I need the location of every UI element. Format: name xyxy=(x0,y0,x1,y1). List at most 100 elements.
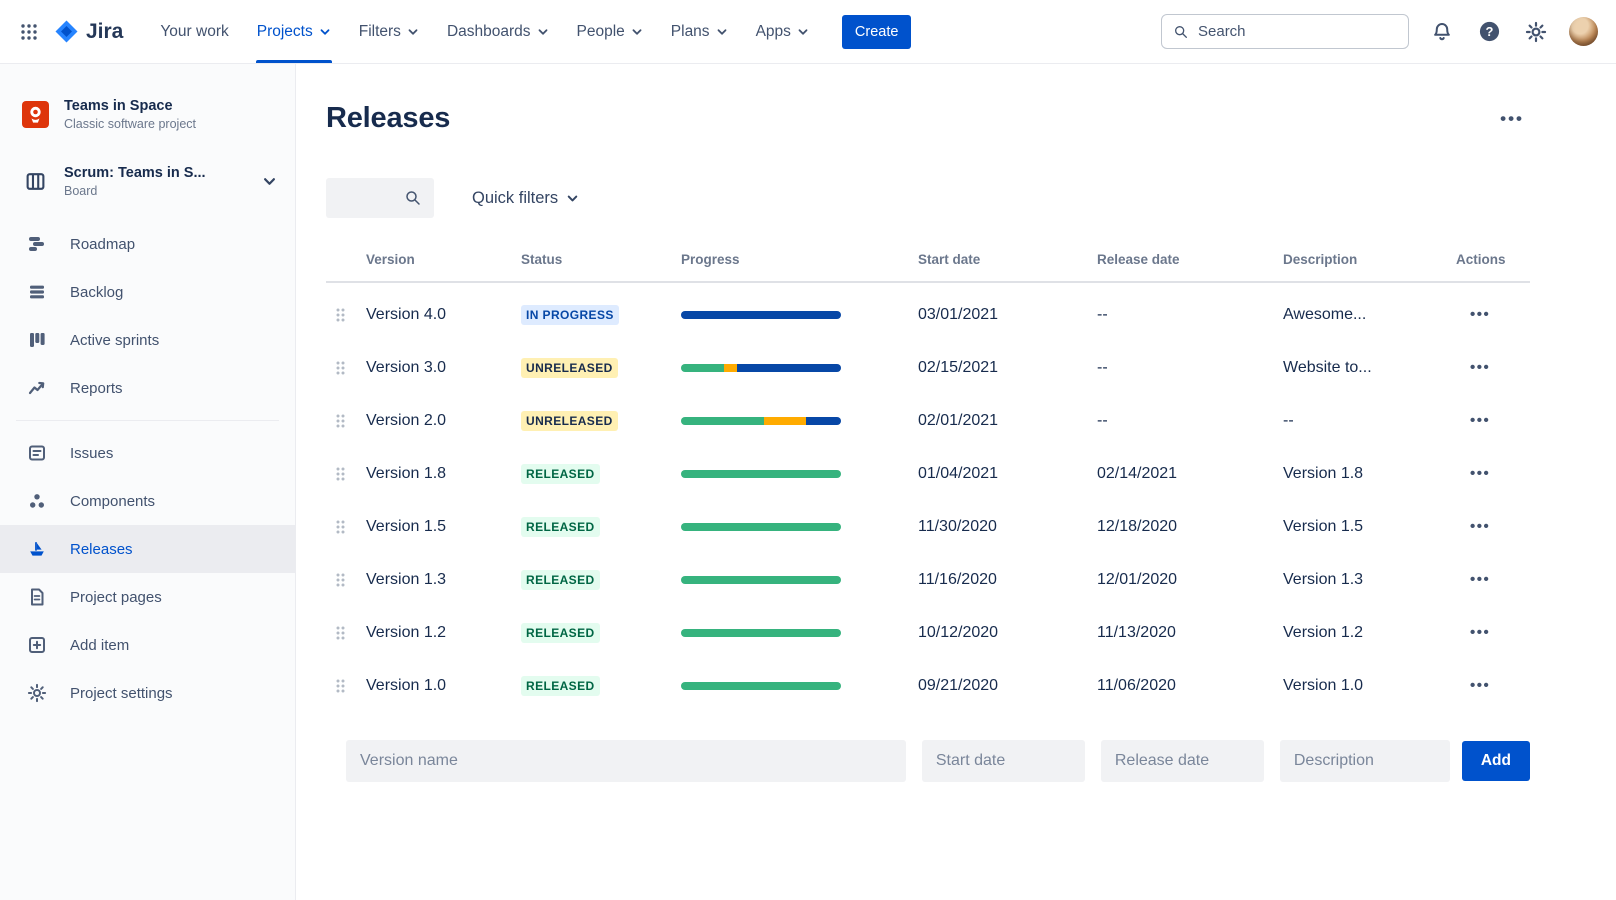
user-avatar[interactable] xyxy=(1569,17,1598,46)
drag-handle-icon[interactable] xyxy=(326,466,366,482)
row-actions-button[interactable]: ••• xyxy=(1470,571,1490,588)
settings-button[interactable] xyxy=(1522,18,1550,46)
issues-icon xyxy=(27,443,49,463)
navbar-item-people[interactable]: People xyxy=(566,0,654,63)
drag-handle-icon[interactable] xyxy=(326,678,366,694)
release-search-input[interactable] xyxy=(338,190,404,207)
start-date: 02/01/2021 xyxy=(918,412,1097,430)
drag-handle-icon[interactable] xyxy=(326,413,366,429)
sidebar-item-project-pages[interactable]: Project pages xyxy=(0,573,295,621)
create-button[interactable]: Create xyxy=(842,15,912,49)
drag-handle-icon[interactable] xyxy=(326,519,366,535)
release-date: 12/01/2020 xyxy=(1097,571,1283,589)
progress-bar xyxy=(681,629,841,637)
board-name: Scrum: Teams in S... xyxy=(64,165,206,181)
jira-logo[interactable]: Jira xyxy=(54,19,123,44)
add-button[interactable]: Add xyxy=(1462,741,1530,781)
release-date: 12/18/2020 xyxy=(1097,518,1283,536)
navbar-item-plans[interactable]: Plans xyxy=(660,0,739,63)
version-name[interactable]: Version 1.3 xyxy=(366,571,521,589)
row-actions-button[interactable]: ••• xyxy=(1470,465,1490,482)
page-actions-button[interactable]: ••• xyxy=(1494,105,1530,133)
column-header-progress: Progress xyxy=(681,252,918,267)
jira-logo-icon xyxy=(54,19,79,44)
start-date: 11/16/2020 xyxy=(918,571,1097,589)
sidebar-item-components[interactable]: Components xyxy=(0,477,295,525)
sidebar-item-add-item[interactable]: Add item xyxy=(0,621,295,669)
reports-icon xyxy=(27,378,49,398)
description-input[interactable] xyxy=(1280,740,1450,782)
description: Version 1.8 xyxy=(1283,465,1456,483)
board-switcher[interactable]: Scrum: Teams in S... Board xyxy=(0,153,295,210)
releases-table: VersionStatusProgressStart dateRelease d… xyxy=(326,252,1530,712)
drag-handle-icon[interactable] xyxy=(326,307,366,323)
navbar-item-filters[interactable]: Filters xyxy=(348,0,430,63)
chevron-down-icon xyxy=(716,26,728,38)
version-name-input[interactable] xyxy=(346,740,906,782)
drag-handle-icon[interactable] xyxy=(326,572,366,588)
app-switcher-button[interactable] xyxy=(12,15,46,49)
start-date: 11/30/2020 xyxy=(918,518,1097,536)
project-sidebar: Teams in Space Classic software project … xyxy=(0,64,296,900)
start-date: 10/12/2020 xyxy=(918,624,1097,642)
notifications-button[interactable] xyxy=(1428,18,1456,46)
sidebar-item-reports[interactable]: Reports xyxy=(0,364,295,412)
progress-bar xyxy=(681,576,841,584)
search-input[interactable] xyxy=(1198,23,1397,40)
search-icon xyxy=(404,189,422,207)
progress-bar xyxy=(681,470,841,478)
description: Version 1.3 xyxy=(1283,571,1456,589)
svg-text:?: ? xyxy=(1485,24,1493,39)
global-search[interactable] xyxy=(1161,14,1409,49)
row-actions-button[interactable]: ••• xyxy=(1470,359,1490,376)
chevron-down-icon xyxy=(537,26,549,38)
navbar-item-apps[interactable]: Apps xyxy=(745,0,820,63)
table-row: Version 2.0 UNRELEASED 02/01/2021 -- -- … xyxy=(326,394,1530,447)
quick-filters-dropdown[interactable]: Quick filters xyxy=(472,189,579,208)
row-actions-button[interactable]: ••• xyxy=(1470,624,1490,641)
description: Version 1.2 xyxy=(1283,624,1456,642)
page-title: Releases xyxy=(326,102,450,135)
version-name[interactable]: Version 1.8 xyxy=(366,465,521,483)
chevron-down-icon xyxy=(407,26,419,38)
sidebar-item-issues[interactable]: Issues xyxy=(0,429,295,477)
board-type: Board xyxy=(64,184,206,198)
row-actions-button[interactable]: ••• xyxy=(1470,412,1490,429)
description: Awesome... xyxy=(1283,306,1456,324)
navbar-item-dashboards[interactable]: Dashboards xyxy=(436,0,560,63)
navbar-item-projects[interactable]: Projects xyxy=(246,0,342,63)
version-name[interactable]: Version 4.0 xyxy=(366,306,521,324)
sidebar-item-releases[interactable]: Releases xyxy=(0,525,295,573)
version-name[interactable]: Version 1.5 xyxy=(366,518,521,536)
sidebar-item-label: Project pages xyxy=(70,589,162,606)
release-date: 02/14/2021 xyxy=(1097,465,1283,483)
sidebar-item-project-settings[interactable]: Project settings xyxy=(0,669,295,717)
sidebar-item-active-sprints[interactable]: Active sprints xyxy=(0,316,295,364)
column-header-description: Description xyxy=(1283,252,1456,267)
version-name[interactable]: Version 1.2 xyxy=(366,624,521,642)
start-date-input[interactable] xyxy=(922,740,1085,782)
column-header-start-date: Start date xyxy=(918,252,1097,267)
row-actions-button[interactable]: ••• xyxy=(1470,306,1490,323)
sidebar-item-backlog[interactable]: Backlog xyxy=(0,268,295,316)
row-actions-button[interactable]: ••• xyxy=(1470,518,1490,535)
row-actions-button[interactable]: ••• xyxy=(1470,677,1490,694)
status-badge: RELEASED xyxy=(521,676,600,696)
drag-handle-icon[interactable] xyxy=(326,360,366,376)
chevron-down-icon xyxy=(631,26,643,38)
version-name[interactable]: Version 3.0 xyxy=(366,359,521,377)
navbar-item-your-work[interactable]: Your work xyxy=(149,0,239,63)
table-row: Version 1.8 RELEASED 01/04/2021 02/14/20… xyxy=(326,447,1530,500)
column-header-actions: Actions xyxy=(1456,252,1530,267)
version-name[interactable]: Version 2.0 xyxy=(366,412,521,430)
release-date-input[interactable] xyxy=(1101,740,1264,782)
column-header-version: Version xyxy=(366,252,521,267)
help-button[interactable]: ? xyxy=(1475,18,1503,46)
drag-handle-icon[interactable] xyxy=(326,625,366,641)
release-search-box[interactable] xyxy=(326,178,434,218)
version-name[interactable]: Version 1.0 xyxy=(366,677,521,695)
project-avatar xyxy=(22,101,49,128)
status-badge: RELEASED xyxy=(521,570,600,590)
app-switcher-icon xyxy=(20,23,38,41)
sidebar-item-roadmap[interactable]: Roadmap xyxy=(0,220,295,268)
